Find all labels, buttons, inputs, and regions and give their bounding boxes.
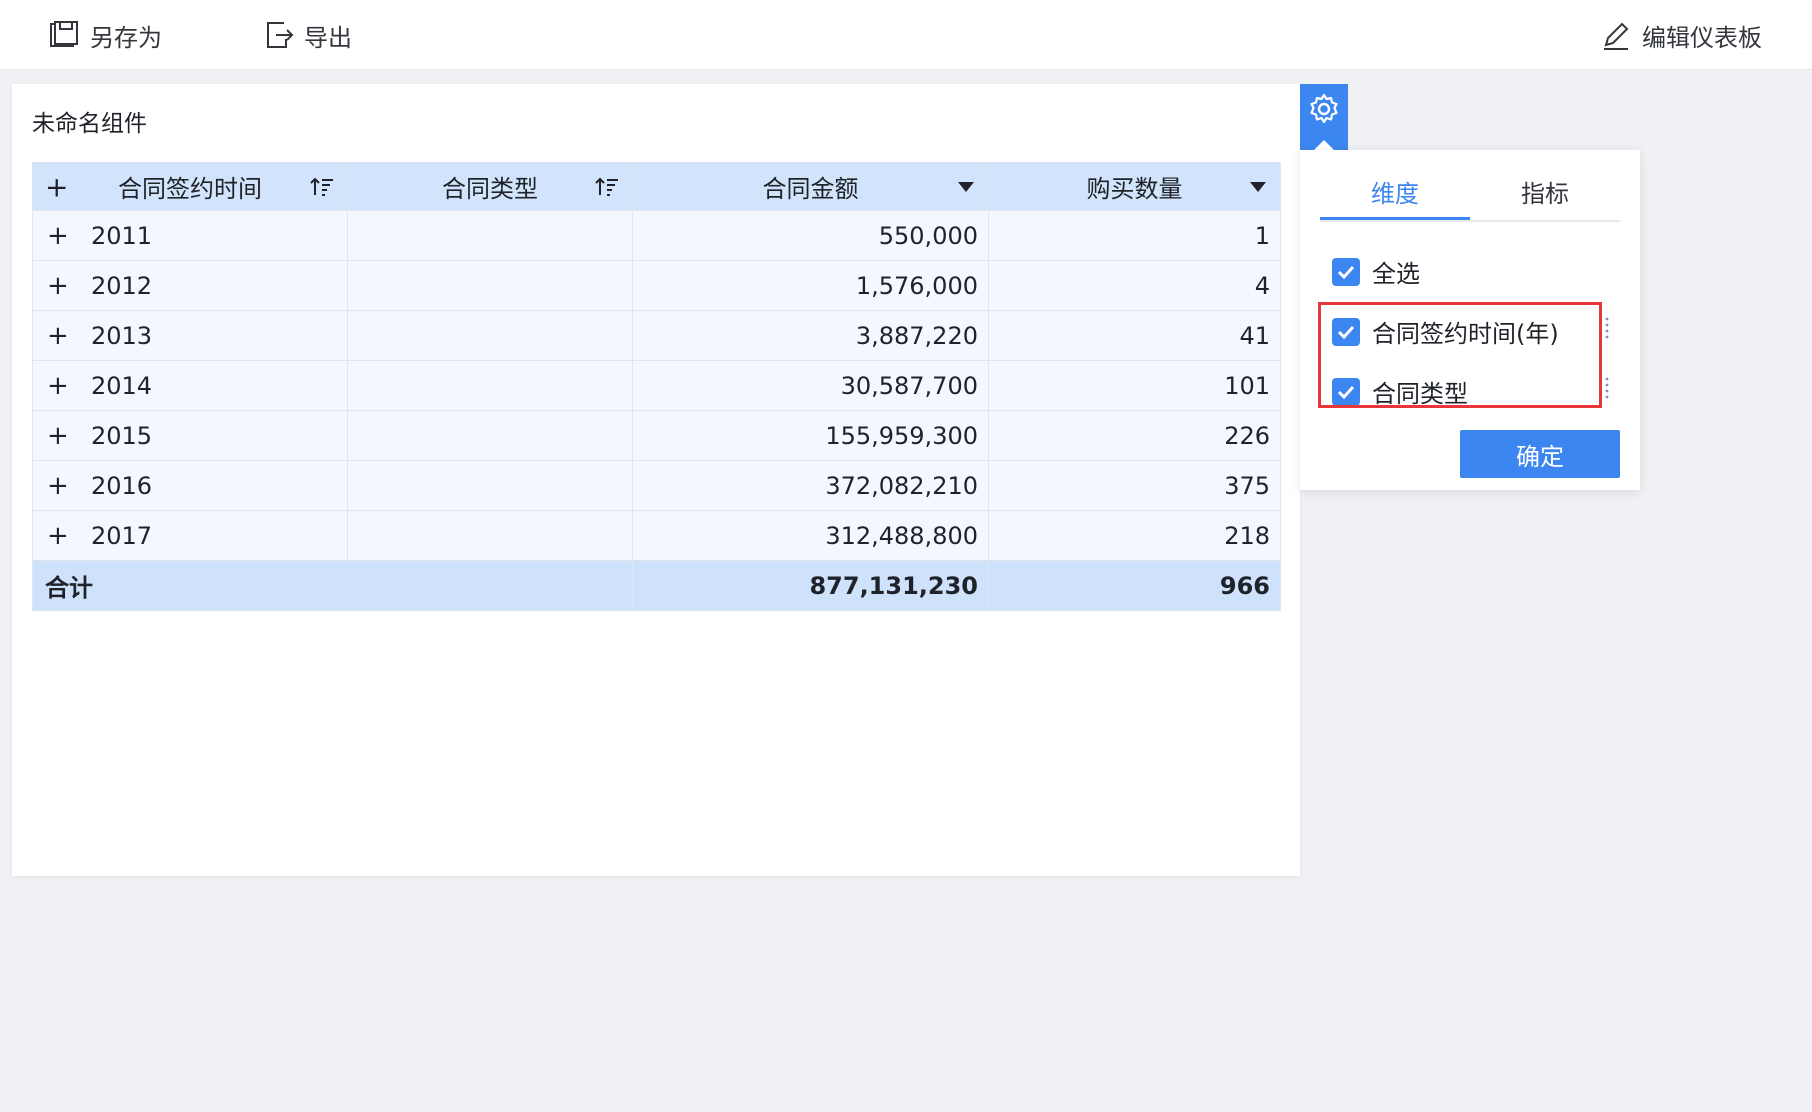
year-cell: 2011 <box>91 221 153 250</box>
expand-row-icon[interactable]: + <box>47 223 69 249</box>
table-header-row: + 合同签约时间 合同类型 合同金额 购买数量 <box>32 162 1281 211</box>
total-row: 合计 877,131,230 966 <box>32 560 1281 611</box>
year-cell: 2015 <box>91 421 153 450</box>
export-button[interactable]: 导出 <box>262 14 352 56</box>
expand-row-icon[interactable]: + <box>47 473 69 499</box>
quantity-cell: 4 <box>988 260 1281 311</box>
export-icon <box>267 22 294 48</box>
quantity-cell: 41 <box>988 310 1281 361</box>
quantity-cell: 101 <box>988 360 1281 411</box>
export-label: 导出 <box>304 23 352 52</box>
type-cell <box>347 410 633 461</box>
type-cell <box>347 260 633 311</box>
type-cell <box>347 510 633 561</box>
edit-dashboard-button[interactable]: 编辑仪表板 <box>1600 14 1762 56</box>
tab-dimension[interactable]: 维度 <box>1320 172 1470 220</box>
year-cell: 2017 <box>91 521 153 550</box>
highlight-box <box>1318 302 1602 408</box>
select-all-row[interactable]: 全选 <box>1332 254 1420 289</box>
header-label: 购买数量 <box>1086 175 1183 203</box>
expand-row-icon[interactable]: + <box>47 373 69 399</box>
quantity-cell: 1 <box>988 210 1281 261</box>
quantity-cell: 226 <box>988 410 1281 461</box>
gear-icon <box>1310 93 1338 124</box>
pencil-icon <box>1604 22 1629 50</box>
popover-tabs: 维度 指标 <box>1320 172 1620 222</box>
total-amount: 877,131,230 <box>632 560 989 611</box>
tab-metric[interactable]: 指标 <box>1470 172 1620 220</box>
table-row: +2015 155,959,300 226 <box>32 410 1281 461</box>
drag-handle-icon[interactable] <box>1604 376 1610 402</box>
edit-dashboard-label: 编辑仪表板 <box>1642 23 1762 52</box>
table-row: +2011 550,000 1 <box>32 210 1281 261</box>
popover-arrow <box>1314 140 1334 150</box>
header-contract-amount[interactable]: 合同金额 <box>632 162 989 211</box>
type-cell <box>347 310 633 361</box>
quantity-cell: 375 <box>988 460 1281 511</box>
type-cell <box>347 460 633 511</box>
table-row: +2014 30,587,700 101 <box>32 360 1281 411</box>
top-toolbar: 另存为 导出 编辑仪表板 <box>0 0 1812 70</box>
save-as-label: 另存为 <box>90 23 162 52</box>
expand-row-icon[interactable]: + <box>47 323 69 349</box>
type-cell <box>347 210 633 261</box>
header-signing-time[interactable]: + 合同签约时间 <box>32 162 348 211</box>
header-contract-type[interactable]: 合同类型 <box>347 162 633 211</box>
header-label: 合同金额 <box>762 175 859 203</box>
caret-down-icon[interactable] <box>958 181 974 192</box>
table-widget: 未命名组件 + 合同签约时间 合同类型 合同金额 购买数量 + 2011 550… <box>12 84 1300 876</box>
dimension-popover: 维度 指标 全选 合同签约时间(年) 合同类型 确定 <box>1300 150 1640 490</box>
table-row: +2017 312,488,800 218 <box>32 510 1281 561</box>
widget-title: 未命名组件 <box>32 111 147 137</box>
data-table: + 合同签约时间 合同类型 合同金额 购买数量 + 2011 550,000 1… <box>32 162 1281 611</box>
select-all-checkbox[interactable] <box>1332 257 1360 286</box>
expand-row-icon[interactable]: + <box>47 273 69 299</box>
table-row: +2016 372,082,210 375 <box>32 460 1281 511</box>
total-quantity: 966 <box>988 560 1281 611</box>
amount-cell: 372,082,210 <box>632 460 989 511</box>
table-row: +2012 1,576,000 4 <box>32 260 1281 311</box>
header-label: 合同类型 <box>442 175 538 203</box>
year-cell: 2012 <box>91 271 153 300</box>
check-icon <box>1337 265 1355 279</box>
year-cell: 2016 <box>91 471 153 500</box>
confirm-button[interactable]: 确定 <box>1460 430 1620 478</box>
select-all-label: 全选 <box>1372 260 1420 288</box>
expand-row-icon[interactable]: + <box>47 423 69 449</box>
header-purchase-quantity[interactable]: 购买数量 <box>988 162 1281 211</box>
expand-all-icon[interactable]: + <box>45 170 68 203</box>
amount-cell: 550,000 <box>632 210 989 261</box>
total-label: 合计 <box>32 560 633 611</box>
table-row: +2013 3,887,220 41 <box>32 310 1281 361</box>
drag-handle-icon[interactable] <box>1604 316 1610 342</box>
amount-cell: 1,576,000 <box>632 260 989 311</box>
year-cell: 2013 <box>91 321 153 350</box>
save-as-button[interactable]: 另存为 <box>48 14 162 56</box>
quantity-cell: 218 <box>988 510 1281 561</box>
amount-cell: 312,488,800 <box>632 510 989 561</box>
caret-down-icon[interactable] <box>1250 181 1266 192</box>
sort-icon[interactable] <box>594 175 620 199</box>
header-label: 合同签约时间 <box>118 175 262 203</box>
sort-icon[interactable] <box>309 175 335 199</box>
save-icon <box>50 21 78 47</box>
amount-cell: 155,959,300 <box>632 410 989 461</box>
year-cell: 2014 <box>91 371 153 400</box>
expand-row-icon[interactable]: + <box>47 523 69 549</box>
amount-cell: 3,887,220 <box>632 310 989 361</box>
amount-cell: 30,587,700 <box>632 360 989 411</box>
type-cell <box>347 360 633 411</box>
